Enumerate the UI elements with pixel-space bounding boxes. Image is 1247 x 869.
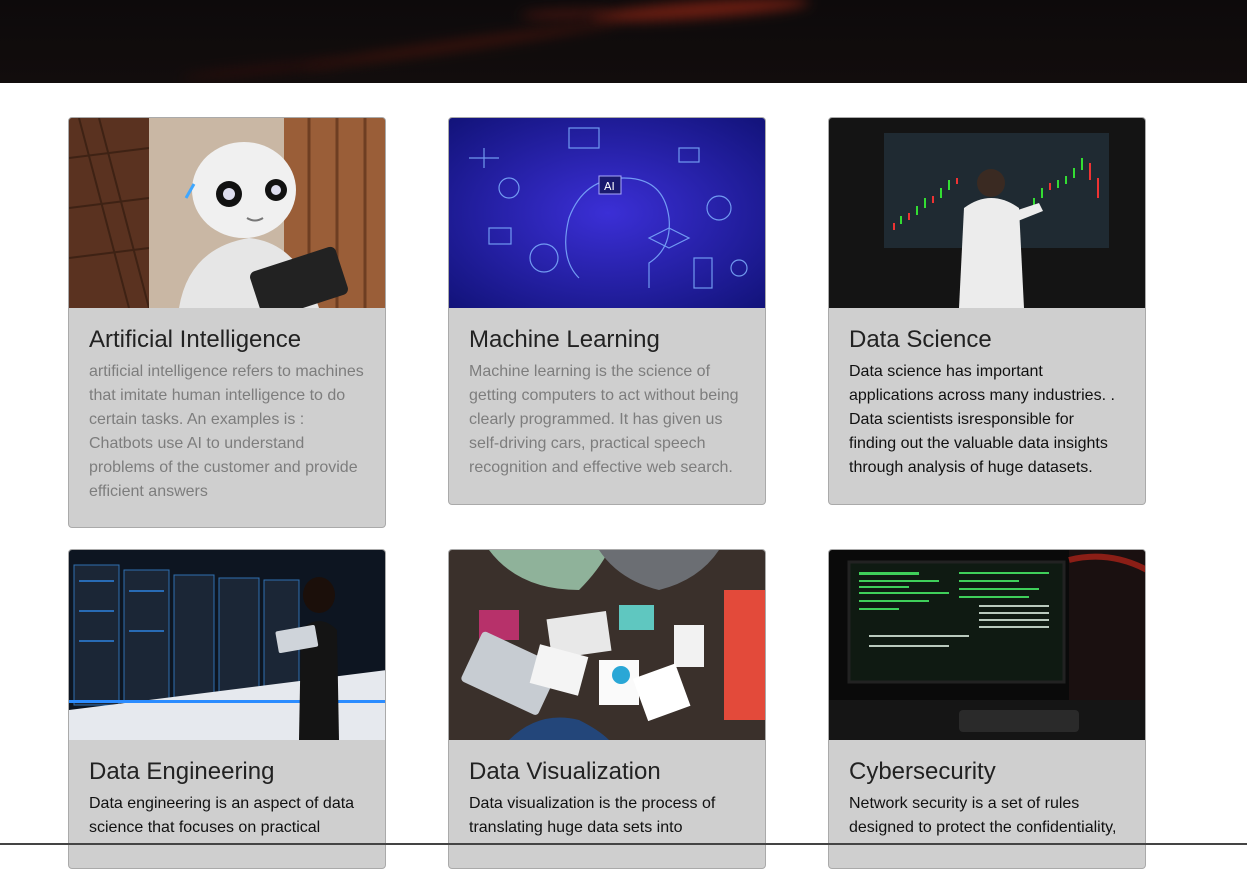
card-title: Data Engineering <box>89 758 275 785</box>
card-data-science[interactable]: Data Science Data science has important … <box>828 117 1146 505</box>
card-text: Data engineering is an aspect of data sc… <box>89 795 355 836</box>
card-title: Machine Learning <box>469 326 660 353</box>
card-text: Network security is a set of rules desig… <box>849 795 1117 836</box>
code-monitors-image <box>829 550 1145 740</box>
robot-image <box>69 118 385 308</box>
server-room-image <box>69 550 385 740</box>
card-title: Cybersecurity <box>849 758 996 785</box>
card-machine-learning[interactable]: AI Machine Learning Machine learning is … <box>448 117 766 505</box>
card-text: Data visualization is the process of tra… <box>469 795 716 836</box>
card-cybersecurity[interactable]: Cybersecurity Network security is a set … <box>828 549 1146 869</box>
card-text: Data science has important applications … <box>849 363 1115 476</box>
svg-text:AI: AI <box>604 180 615 193</box>
card-text: Machine learning is the science of getti… <box>469 363 739 476</box>
team-desk-image <box>449 550 765 740</box>
hero-banner <box>0 0 1247 83</box>
card-text: artificial intelligence refers to machin… <box>89 363 364 500</box>
stock-chart-image <box>829 118 1145 308</box>
card-data-visualization[interactable]: Data Visualization Data visualization is… <box>448 549 766 869</box>
card-title: Artificial Intelligence <box>89 326 302 353</box>
ai-head-image: AI <box>449 118 765 308</box>
card-artificial-intelligence[interactable]: Artificial Intelligence artificial intel… <box>68 117 386 528</box>
card-title: Data Science <box>849 326 992 353</box>
card-title: Data Visualization <box>469 758 661 785</box>
card-data-engineering[interactable]: Data Engineering Data engineering is an … <box>68 549 386 869</box>
